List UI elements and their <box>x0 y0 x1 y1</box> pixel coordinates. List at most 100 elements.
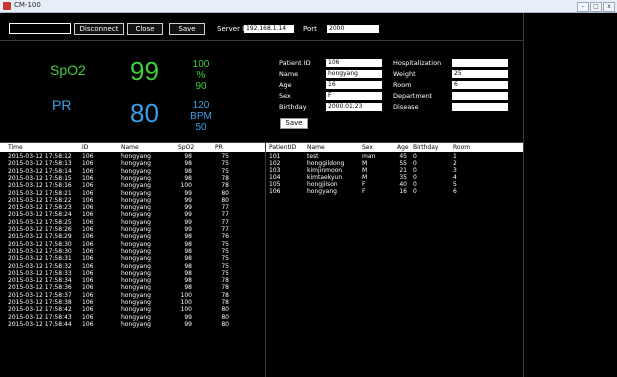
log-table-row[interactable]: 2015-03-12 17:58:36 106 hongyang 98 78 <box>0 284 265 291</box>
log-table-row[interactable]: 2015-03-12 17:58:43 106 hongyang 99 80 <box>0 314 265 321</box>
connection-input[interactable] <box>9 23 71 34</box>
log-table-row[interactable]: 2015-03-12 17:58:15 106 hongyang 98 78 <box>0 175 265 182</box>
maximize-button[interactable]: □ <box>590 2 602 12</box>
patient-table-cell: 0 <box>413 160 417 167</box>
log-table-row[interactable]: 2015-03-12 17:58:32 106 hongyang 98 75 <box>0 263 265 270</box>
log-table-row[interactable]: 2015-03-12 17:58:29 106 hongyang 98 76 <box>0 233 265 240</box>
log-table-cell: 75 <box>221 269 229 277</box>
patient-id-label: Patient ID <box>279 59 311 67</box>
log-table-row[interactable]: 2015-03-12 17:58:33 106 hongyang 98 75 <box>0 270 265 277</box>
log-table-row[interactable]: 2015-03-12 17:58:30 106 hongyang 98 75 <box>0 241 265 248</box>
log-table-row[interactable]: 2015-03-12 17:58:30 106 hongyang 98 75 <box>0 248 265 255</box>
title-bar: CM-100 – □ x <box>0 0 617 13</box>
log-table-cell: 2015-03-12 17:58:26 <box>8 226 72 233</box>
log-table-row[interactable]: 2015-03-12 17:58:22 106 hongyang 99 80 <box>0 197 265 204</box>
patient-table-cell: 103 <box>269 167 281 174</box>
log-table-row[interactable]: 2015-03-12 17:58:34 106 hongyang 98 78 <box>0 277 265 284</box>
log-table-cell: 78 <box>221 182 229 190</box>
patient-col-room[interactable]: Room <box>453 144 470 151</box>
log-table-row[interactable]: 2015-03-12 17:58:42 106 hongyang 100 80 <box>0 306 265 313</box>
log-table-row[interactable]: 2015-03-12 17:58:26 106 hongyang 99 77 <box>0 226 265 233</box>
patient-table-row[interactable]: 103 kimjinmoon M 21 0 3 <box>266 167 523 174</box>
patient-table-row[interactable]: 101 test man 45 0 1 <box>266 153 523 160</box>
patient-table-cell: 55 <box>399 160 407 167</box>
patient-table-cell: 0 <box>413 181 417 188</box>
port-input[interactable]: 2000 <box>327 25 379 33</box>
log-table-cell: 99 <box>184 313 192 321</box>
log-table-cell: 106 <box>82 189 94 197</box>
log-table-cell: 2015-03-12 17:58:37 <box>8 291 72 299</box>
log-table-row[interactable]: 2015-03-12 17:58:12 106 hongyang 98 75 <box>0 153 265 160</box>
age-field[interactable]: 16 <box>326 81 382 89</box>
log-table-cell: 2015-03-12 17:58:16 <box>8 182 72 190</box>
log-table-cell: 98 <box>184 153 192 160</box>
log-col-name[interactable]: Name <box>121 144 139 151</box>
log-table-cell: 80 <box>221 313 229 321</box>
patient-col-name[interactable]: Name <box>307 144 325 151</box>
log-table-cell: 100 <box>180 182 192 190</box>
log-table-cell: 2015-03-12 17:58:36 <box>8 284 72 292</box>
log-table-cell: 98 <box>184 233 192 241</box>
log-col-pr[interactable]: PR <box>215 144 223 151</box>
log-table-row[interactable]: 2015-03-12 17:58:25 106 hongyang 99 77 <box>0 219 265 226</box>
log-table-cell: 98 <box>184 247 192 255</box>
log-table-row[interactable]: 2015-03-12 17:58:16 106 hongyang 100 78 <box>0 182 265 189</box>
log-table-row[interactable]: 2015-03-12 17:58:21 106 hongyang 99 80 <box>0 190 265 197</box>
log-table-cell: hongyang <box>121 277 151 285</box>
log-table-row[interactable]: 2015-03-12 17:58:38 106 hongyang 100 78 <box>0 299 265 306</box>
minimize-button[interactable]: – <box>577 2 589 12</box>
room-field[interactable]: 6 <box>452 81 508 89</box>
log-table-cell: 106 <box>82 167 94 175</box>
log-table-row[interactable]: 2015-03-12 17:58:44 106 hongyang 99 80 <box>0 321 265 328</box>
patient-table-cell: test <box>307 153 319 160</box>
save-button[interactable]: Save <box>169 23 205 35</box>
patient-table-cell: M <box>362 174 368 181</box>
log-table-row[interactable]: 2015-03-12 17:58:37 106 hongyang 100 78 <box>0 292 265 299</box>
patient-table-row[interactable]: 104 kimtaekyun M 35 0 4 <box>266 174 523 181</box>
department-field[interactable] <box>452 92 508 100</box>
log-table-cell: 98 <box>184 284 192 292</box>
weight-field[interactable]: 25 <box>452 70 508 78</box>
log-table-cell: 2015-03-12 17:58:30 <box>8 240 72 248</box>
patient-col-birthday[interactable]: Birthday <box>413 144 438 151</box>
age-label: Age <box>279 81 292 89</box>
patient-col-id[interactable]: PatientID <box>269 144 296 151</box>
log-table-cell: 78 <box>221 299 229 306</box>
log-table-cell: 2015-03-12 17:58:43 <box>8 313 72 321</box>
log-table-cell: 106 <box>82 204 94 212</box>
log-table-cell: 76 <box>221 233 229 241</box>
log-table-row[interactable]: 2015-03-12 17:58:24 106 hongyang 99 77 <box>0 211 265 218</box>
birthday-field[interactable]: 2000.01.23 <box>326 103 382 111</box>
patient-id-field[interactable]: 106 <box>326 59 382 67</box>
patient-col-age[interactable]: Age <box>397 144 409 151</box>
patient-table-row[interactable]: 105 hongjilson F 40 0 5 <box>266 181 523 188</box>
patient-save-button[interactable]: Save <box>280 118 308 129</box>
patient-col-sex[interactable]: Sex <box>362 144 373 151</box>
sex-field[interactable]: F <box>326 92 382 100</box>
hospitalization-field[interactable] <box>452 59 508 67</box>
log-table-cell: 2015-03-12 17:58:33 <box>8 269 72 277</box>
patient-table-cell: hongyang <box>307 188 337 195</box>
log-table-row[interactable]: 2015-03-12 17:58:31 106 hongyang 98 75 <box>0 255 265 262</box>
log-table-cell: 2015-03-12 17:58:42 <box>8 306 72 314</box>
log-col-spo2[interactable]: SpO2 <box>178 144 194 151</box>
disconnect-button[interactable]: Disconnect <box>74 23 124 35</box>
close-window-button[interactable]: x <box>603 2 615 12</box>
log-table-row[interactable]: 2015-03-12 17:58:23 106 hongyang 99 77 <box>0 204 265 211</box>
log-table-cell: 2015-03-12 17:58:38 <box>8 299 72 306</box>
patient-table-row[interactable]: 106 hongyang F 16 0 6 <box>266 188 523 195</box>
log-table-row[interactable]: 2015-03-12 17:58:13 106 hongyang 98 75 <box>0 160 265 167</box>
log-table-cell: 106 <box>82 313 94 321</box>
name-field[interactable]: hongyang <box>326 70 382 78</box>
log-table-cell: 106 <box>82 284 94 292</box>
patient-table-cell: F <box>362 188 366 195</box>
disease-field[interactable] <box>452 103 508 111</box>
close-button[interactable]: Close <box>127 23 163 35</box>
log-col-time[interactable]: Time <box>8 144 23 151</box>
log-table-row[interactable]: 2015-03-12 17:58:14 106 hongyang 98 75 <box>0 168 265 175</box>
server-ip-input[interactable]: 192.168.1.14 <box>244 25 294 33</box>
patient-table-row[interactable]: 102 honggildong M 55 0 2 <box>266 160 523 167</box>
patient-table-cell: 21 <box>399 167 407 174</box>
patient-table-cell: kimtaekyun <box>307 174 343 181</box>
log-col-id[interactable]: ID <box>82 144 88 151</box>
